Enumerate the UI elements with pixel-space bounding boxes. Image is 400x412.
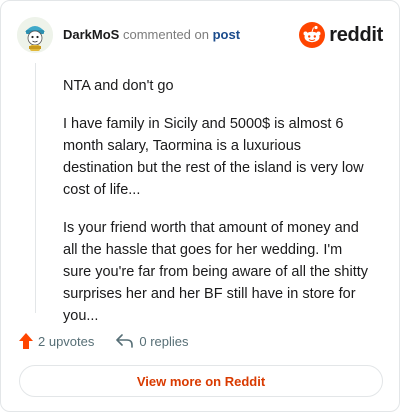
view-more-button[interactable]: View more on Reddit	[19, 365, 383, 397]
reddit-brand[interactable]: reddit	[299, 21, 383, 49]
reddit-logo-icon	[299, 22, 326, 48]
reply-count: 0 replies	[139, 333, 189, 349]
comment-paragraph: NTA and don't go	[63, 78, 174, 94]
upvote-arrow-icon	[19, 333, 33, 349]
upvote-count: 2 upvotes	[38, 333, 95, 349]
comment-paragraph: Is your friend worth that amount of mone…	[63, 220, 368, 324]
post-link[interactable]: post	[213, 27, 240, 42]
comment-body: NTA and don't go I have family in Sicily…	[63, 75, 373, 343]
reddit-comment-embed: DarkMoS commented on post reddit NTA and…	[0, 0, 400, 412]
avatar-icon	[17, 17, 53, 53]
comment-paragraph: I have family in Sicily and 5000$ is alm…	[63, 116, 364, 198]
comment-actions: 2 upvotes 0 replies	[19, 331, 211, 351]
action-text: commented on	[122, 27, 209, 42]
reply-button[interactable]: 0 replies	[116, 333, 189, 349]
reddit-wordmark: reddit	[329, 23, 383, 46]
thread-line	[35, 63, 36, 313]
author-username[interactable]: DarkMoS	[63, 27, 119, 42]
comment-header: DarkMoS commented on post reddit	[17, 17, 383, 53]
comment-byline: DarkMoS commented on post	[63, 27, 240, 42]
reply-arrow-icon	[116, 334, 134, 348]
upvote-button[interactable]: 2 upvotes	[19, 333, 94, 349]
user-avatar[interactable]	[17, 17, 53, 53]
